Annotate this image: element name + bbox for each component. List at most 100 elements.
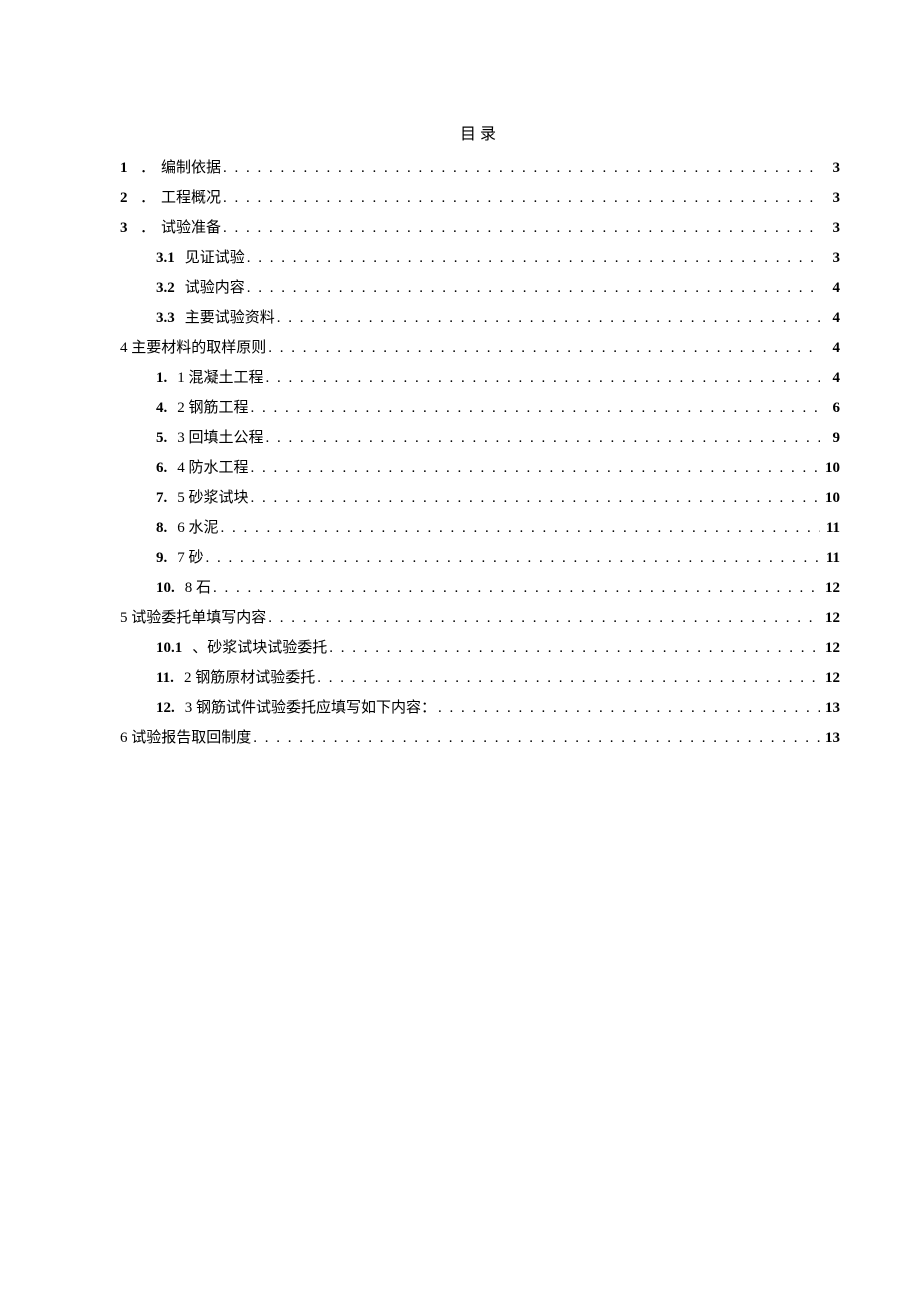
toc-entry: 6. 4 防水工程 10 [120,456,840,477]
toc-leader-dots [251,460,820,477]
toc-leader-dots [277,310,820,327]
toc-list: 1．编制依据32．工程概况33．试验准备33.1见证试验33.2试验内容43.3… [120,156,840,747]
toc-leader-dots [251,490,820,507]
toc-entry: 10. 8 石 12 [120,576,840,597]
toc-entry: 1 ． 编制依据 3 [120,156,840,177]
toc-entry-number: 11. [156,670,174,687]
toc-entry-page: 4 [822,280,840,297]
toc-entry-number: 6. [156,460,167,477]
toc-entry-page: 10 [822,490,840,507]
toc-entry: 7. 5 砂浆试块 10 [120,486,840,507]
toc-leader-dots [266,430,820,447]
toc-entry-number: 4. [156,400,167,417]
toc-leader-dots [268,340,820,357]
toc-entry-page: 12 [822,640,840,657]
toc-entry: 3.3 主要试验资料 4 [120,306,840,327]
toc-entry: 4. 2 钢筋工程 6 [120,396,840,417]
toc-entry: 9. 7 砂 11 [120,546,840,567]
toc-entry: 3 ． 试验准备 3 [120,216,840,237]
toc-leader-dots [253,730,820,747]
toc-leader-dots [329,640,820,657]
toc-entry: 3.2 试验内容 4 [120,276,840,297]
toc-entry-label: 5 试验委托单填写内容 [120,606,266,627]
toc-entry-page: 13 [822,700,840,717]
toc-entry-separator: ． [140,186,155,207]
toc-leader-dots [223,220,820,237]
toc-entry-label: 2 钢筋工程 [177,396,248,417]
toc-entry-page: 12 [822,670,840,687]
toc-entry-label: 3 钢筋试件试验委托应填写如下内容： [185,696,436,717]
toc-entry: 2 ． 工程概况 3 [120,186,840,207]
toc-entry-number: 12. [156,700,175,717]
toc-entry-number: 3 [120,220,132,237]
toc-entry-separator: ． [140,156,155,177]
toc-entry-page: 4 [822,340,840,357]
toc-entry-page: 3 [822,190,840,207]
toc-title: 目录 [120,120,840,144]
toc-entry-label: 3 回填土公程 [177,426,263,447]
toc-entry-page: 6 [822,400,840,417]
toc-entry-page: 13 [822,730,840,747]
toc-entry-page: 11 [822,520,840,537]
toc-entry-number: 3.1 [156,250,175,267]
toc-entry-label: 4 防水工程 [177,456,248,477]
toc-entry-label: 试验准备 [161,216,221,237]
toc-leader-dots [223,160,820,177]
toc-entry-page: 3 [822,160,840,177]
toc-entry-number: 7. [156,490,167,507]
toc-entry: 3.1 见证试验 3 [120,246,840,267]
toc-leader-dots [251,400,820,417]
toc-entry-label: 7 砂 [177,546,203,567]
toc-leader-dots [223,190,820,207]
toc-entry-page: 4 [822,370,840,387]
toc-entry-number: 3.3 [156,310,175,327]
toc-entry-label: 工程概况 [161,186,221,207]
toc-entry: 8. 6 水泥 11 [120,516,840,537]
toc-entry: 12. 3 钢筋试件试验委托应填写如下内容： 13 [120,696,840,717]
toc-leader-dots [317,670,820,687]
toc-entry-number: 5. [156,430,167,447]
toc-entry-label: 8 石 [185,576,211,597]
toc-entry: 10.1 、砂浆试块试验委托 12 [120,636,840,657]
toc-entry-label: 6 试验报告取回制度 [120,726,251,747]
toc-leader-dots [438,700,820,717]
toc-entry-number: 10. [156,580,175,597]
toc-entry-label: 主要试验资料 [185,306,275,327]
toc-entry-label: 试验内容 [185,276,245,297]
toc-entry-number: 8. [156,520,167,537]
toc-leader-dots [268,610,820,627]
toc-leader-dots [247,250,820,267]
toc-entry: 1. 1 混凝土工程 4 [120,366,840,387]
toc-entry: 5. 3 回填土公程 9 [120,426,840,447]
toc-entry-page: 4 [822,310,840,327]
toc-entry-page: 11 [822,550,840,567]
toc-leader-dots [266,370,820,387]
toc-entry: 6 试验报告取回制度 13 [120,726,840,747]
toc-leader-dots [247,280,820,297]
toc-entry-label: 5 砂浆试块 [177,486,248,507]
toc-entry-separator: ． [140,216,155,237]
toc-entry-number: 3.2 [156,280,175,297]
toc-entry-page: 3 [822,220,840,237]
toc-entry-label: 2 钢筋原材试验委托 [184,666,315,687]
toc-entry-number: 9. [156,550,167,567]
toc-entry-label: 1 混凝土工程 [177,366,263,387]
toc-entry-page: 12 [822,610,840,627]
toc-entry-label: 6 水泥 [177,516,218,537]
toc-entry-page: 10 [822,460,840,477]
toc-entry-label: 、砂浆试块试验委托 [192,636,327,657]
toc-leader-dots [221,520,820,537]
toc-entry-number: 1 [120,160,132,177]
toc-entry-label: 编制依据 [161,156,221,177]
toc-entry-page: 3 [822,250,840,267]
toc-entry-number: 2 [120,190,132,207]
toc-entry-page: 9 [822,430,840,447]
toc-entry: 11. 2 钢筋原材试验委托 12 [120,666,840,687]
toc-entry-label: 见证试验 [185,246,245,267]
toc-entry-label: 4 主要材料的取样原则 [120,336,266,357]
toc-entry-number: 10.1 [156,640,182,657]
toc-entry: 5 试验委托单填写内容 12 [120,606,840,627]
toc-entry-page: 12 [822,580,840,597]
toc-entry: 4 主要材料的取样原则 4 [120,336,840,357]
toc-entry-number: 1. [156,370,167,387]
